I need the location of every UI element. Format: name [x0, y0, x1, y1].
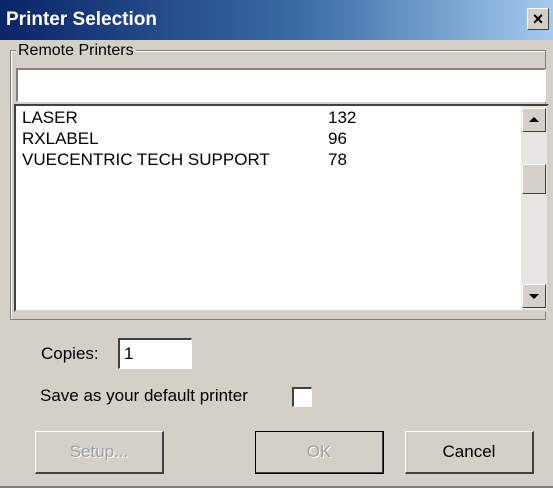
remote-printers-label: Remote Printers: [16, 42, 136, 60]
close-button[interactable]: ×: [527, 8, 549, 30]
default-printer-label: Save as your default printer: [40, 386, 248, 405]
title-bar: Printer Selection ×: [0, 0, 553, 40]
arrow-up-icon: [529, 117, 539, 122]
ok-button[interactable]: OK: [255, 431, 384, 474]
printer-selection-dialog: Printer Selection × Remote Printers LASE…: [0, 0, 553, 488]
printer-count: 96: [328, 129, 347, 148]
printer-count: 78: [328, 150, 347, 169]
scroll-down-button[interactable]: [522, 284, 546, 308]
arrow-down-icon: [529, 294, 539, 299]
list-item[interactable]: LASER 132: [22, 108, 512, 128]
printer-name: RXLABEL: [22, 129, 99, 148]
list-item[interactable]: RXLABEL 96: [22, 129, 512, 149]
close-icon: ×: [532, 9, 544, 29]
scroll-thumb[interactable]: [522, 164, 546, 194]
printer-count: 132: [328, 108, 357, 127]
list-scrollbar[interactable]: [521, 106, 547, 310]
default-printer-checkbox[interactable]: [292, 387, 312, 407]
copies-label: Copies:: [41, 344, 99, 363]
printer-list[interactable]: LASER 132 RXLABEL 96 VUECENTRIC TECH SUP…: [14, 104, 549, 312]
setup-button[interactable]: Setup...: [35, 431, 164, 474]
printer-name: LASER: [22, 108, 78, 127]
dialog-title: Printer Selection: [6, 9, 157, 30]
printer-filter-input[interactable]: [16, 68, 546, 102]
scroll-up-button[interactable]: [522, 108, 546, 132]
printer-name: VUECENTRIC TECH SUPPORT: [22, 150, 270, 169]
cancel-button[interactable]: Cancel: [405, 431, 534, 474]
list-item[interactable]: VUECENTRIC TECH SUPPORT 78: [22, 150, 512, 170]
copies-input[interactable]: [118, 338, 192, 369]
